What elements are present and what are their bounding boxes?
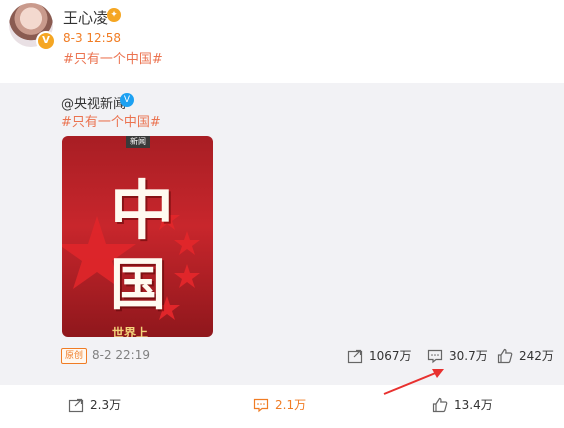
thumbs-up-icon [432,397,448,412]
vip-icon: ✦ [107,8,121,22]
post-hashtag[interactable]: #只有一个中国# [63,48,163,67]
source-author[interactable]: @央视新闻 [61,93,126,112]
comment-count: 2.1万 [275,398,307,412]
original-tag: 原创 [61,348,87,364]
repost-icon [68,398,84,412]
source-like-count: 242万 [519,349,554,363]
post-footer: 2.3万 2.1万 13.4万 [0,385,564,428]
source-hashtag[interactable]: #只有一个中国# [61,111,161,130]
repost-icon [347,349,363,363]
comment-icon [427,349,443,363]
like-button[interactable]: 13.4万 [432,396,493,413]
poster-image[interactable]: 新闻 中 国 世界上 [62,136,213,337]
author-name[interactable]: 王心凌 [63,7,108,28]
source-like-button[interactable]: 242万 [497,347,554,364]
source-repost-count: 1067万 [369,349,412,363]
source-repost-button[interactable]: 1067万 [347,347,412,364]
poster-char-guo: 国 [110,252,166,318]
source-comment-count: 30.7万 [449,349,488,363]
comment-icon [253,398,269,412]
repost-count: 2.3万 [90,398,122,412]
thumbs-up-icon [497,348,513,363]
post-time[interactable]: 8-3 12:58 [63,31,121,45]
poster-tag: 新闻 [126,136,150,148]
blue-verified-icon: V [120,93,134,107]
repost-box: @央视新闻 V #只有一个中国# 新闻 中 国 世界上 原创 8-2 22:19… [0,83,564,385]
source-time[interactable]: 8-2 22:19 [92,348,150,362]
repost-button[interactable]: 2.3万 [68,396,121,413]
source-comment-button[interactable]: 30.7万 [427,347,488,364]
verified-badge-icon: V [36,31,56,51]
poster-char-zhong: 中 [110,174,174,249]
poster-bottom-text: 世界上 [112,326,149,337]
comment-button[interactable]: 2.1万 [253,396,306,413]
like-count: 13.4万 [454,398,493,412]
